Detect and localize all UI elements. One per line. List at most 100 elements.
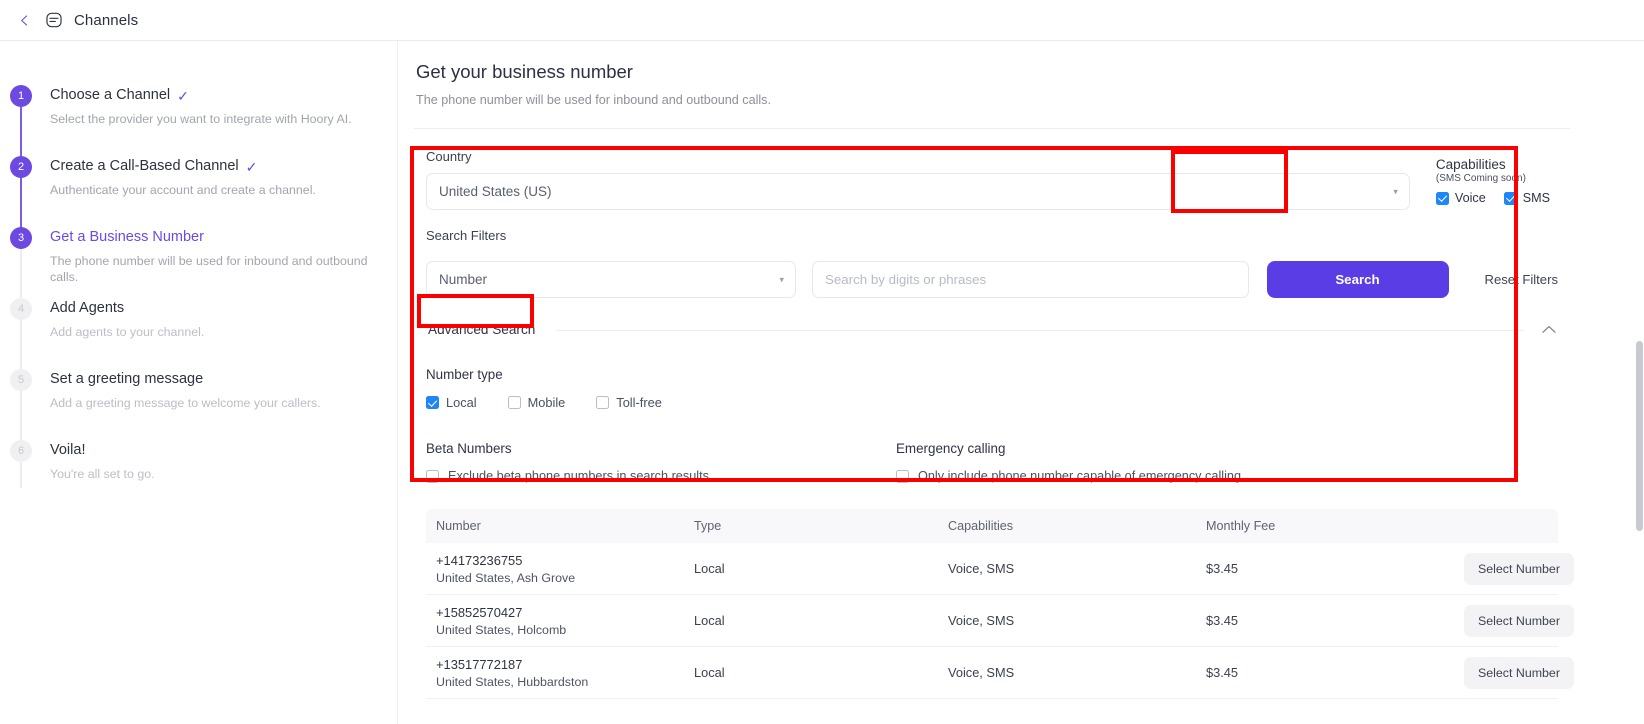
number-type-checkbox-toll-free[interactable] bbox=[596, 396, 610, 409]
emergency-calling-label: Emergency calling bbox=[896, 441, 1006, 456]
capability-checkbox-voice[interactable] bbox=[1435, 191, 1449, 205]
cell-action: Select Number bbox=[1464, 656, 1574, 689]
column-header-number: Number bbox=[436, 519, 481, 533]
filter-card: Country United States (US) ▾ Capabilitie… bbox=[414, 129, 1570, 483]
emergency-capable-option[interactable]: Only include phone number capable of eme… bbox=[896, 469, 1558, 483]
stepper-item-6[interactable]: 6 Voila! You're all set to go. bbox=[0, 440, 397, 511]
filter-type-select[interactable]: Number ▾ bbox=[426, 261, 796, 298]
table-row[interactable]: +15852570427 United States, Holcomb Local V… bbox=[426, 595, 1574, 647]
reset-filters-button[interactable]: Reset Filters bbox=[1485, 272, 1559, 287]
capability-checkbox-sms[interactable] bbox=[1503, 191, 1517, 205]
number-type-checkbox-mobile[interactable] bbox=[507, 396, 521, 409]
capability-option-sms[interactable]: SMS bbox=[1503, 191, 1550, 205]
stepper-sidebar: 1 Choose a Channel ✓ Select the provider yo… bbox=[0, 41, 398, 724]
table-row[interactable]: +13517772187 United States, Hubbardston Lo… bbox=[426, 647, 1574, 699]
stepper-number-badge: 1 bbox=[10, 85, 32, 107]
stepper-list: 1 Choose a Channel ✓ Select the provider yo… bbox=[0, 85, 397, 511]
phone-location: United States, Holcomb bbox=[436, 622, 567, 637]
search-input[interactable] bbox=[812, 261, 1249, 298]
top-bar: Channels bbox=[0, 0, 1644, 41]
phone-number: +14173236755 bbox=[436, 552, 523, 568]
main-content: Get your business number The phone numbe… bbox=[398, 41, 1644, 724]
number-type-option-toll-free[interactable]: Toll-free bbox=[596, 395, 662, 410]
capabilities-checkbox-row: Voice SMS bbox=[1435, 191, 1550, 205]
capability-option-voice[interactable]: Voice bbox=[1435, 191, 1486, 205]
cell-monthly-fee: $3.45 bbox=[1206, 613, 1239, 628]
number-type-label: Toll-free bbox=[616, 395, 662, 410]
cell-type: Local bbox=[694, 665, 725, 680]
stepper-text: Choose a Channel ✓ Select the provider you… bbox=[50, 85, 352, 156]
chevron-up-icon[interactable] bbox=[1542, 322, 1558, 337]
advanced-header-rule bbox=[556, 329, 1524, 331]
stepper-title-label: Get a Business Number bbox=[50, 229, 204, 245]
stepper-badge-wrap: 2 bbox=[10, 156, 32, 275]
select-number-button[interactable]: Select Number bbox=[1464, 604, 1574, 637]
country-capabilities-row: Country United States (US) ▾ Capabilitie… bbox=[426, 149, 1558, 210]
emergency-calling-group: Emergency calling Only include phone num… bbox=[896, 441, 1558, 483]
stepper-number-badge: 5 bbox=[10, 369, 32, 391]
capability-label: SMS bbox=[1522, 191, 1550, 205]
stepper-title-label: Voila! bbox=[50, 442, 86, 458]
back-chevron-icon[interactable] bbox=[14, 10, 34, 30]
phone-location: United States, Ash Grove bbox=[436, 570, 576, 585]
cell-capabilities: Voice, SMS bbox=[948, 613, 1015, 628]
section-title: Get your business number bbox=[416, 61, 633, 82]
number-type-options: Local Mobile Toll-free bbox=[426, 395, 1558, 410]
stepper-item-1[interactable]: 1 Choose a Channel ✓ Select the provider yo… bbox=[0, 85, 397, 204]
stepper-description: The phone number will be used for inboun… bbox=[50, 254, 368, 284]
stepper-title-label: Set a greeting message bbox=[50, 371, 204, 387]
country-field: Country United States (US) ▾ bbox=[426, 149, 1410, 210]
capabilities-title: Capabilities bbox=[1435, 157, 1506, 172]
number-type-label: Local bbox=[446, 395, 477, 410]
table-body: +14173236755 United States, Ash Grove Loca… bbox=[426, 543, 1574, 699]
stepper-badge-wrap: 3 bbox=[10, 227, 32, 346]
stepper-text: Set a greeting message Add a greeting mes… bbox=[50, 369, 321, 440]
advanced-search-header[interactable]: Advanced Search bbox=[426, 318, 1558, 341]
stepper-number-badge: 2 bbox=[10, 156, 32, 178]
number-type-option-local[interactable]: Local bbox=[426, 395, 477, 410]
exclude-beta-option[interactable]: Exclude beta phone numbers in search res… bbox=[426, 469, 896, 483]
emergency-capable-checkbox[interactable] bbox=[896, 469, 909, 483]
results-table: Number Type Capabilities Monthly Fee +14… bbox=[414, 509, 1574, 699]
exclude-beta-checkbox[interactable] bbox=[426, 469, 439, 483]
cell-number: +14173236755 United States, Ash Grove bbox=[436, 553, 694, 585]
country-select-value: United States (US) bbox=[439, 184, 552, 199]
stepper-number-badge: 4 bbox=[10, 298, 32, 320]
exclude-beta-label: Exclude beta phone numbers in search res… bbox=[448, 469, 713, 483]
table-header-row: Number Type Capabilities Monthly Fee bbox=[426, 509, 1558, 543]
cell-action: Select Number bbox=[1464, 552, 1574, 585]
stepper-item-2[interactable]: 2 Create a Call-Based Channel ✓ Authenticat… bbox=[0, 156, 397, 275]
table-row[interactable]: +14173236755 United States, Ash Grove Loca… bbox=[426, 543, 1574, 595]
stepper-item-3[interactable]: 3 Get a Business Number The phone number w… bbox=[0, 227, 397, 346]
stepper-title: Create a Call-Based Channel ✓ bbox=[50, 157, 316, 176]
advanced-search-title: Advanced Search bbox=[428, 322, 536, 337]
stepper-description: Add a greeting message to welcome your c… bbox=[50, 396, 321, 410]
cell-monthly-fee: $3.45 bbox=[1206, 665, 1239, 680]
stepper-title-label: Create a Call-Based Channel bbox=[50, 158, 239, 174]
stepper-title-label: Add Agents bbox=[50, 300, 125, 316]
page-body: 1 Choose a Channel ✓ Select the provider yo… bbox=[0, 41, 1644, 724]
stepper-item-5[interactable]: 5 Set a greeting message Add a greeting me… bbox=[0, 369, 397, 488]
select-number-button[interactable]: Select Number bbox=[1464, 656, 1574, 689]
check-icon: ✓ bbox=[245, 158, 258, 175]
filter-type-field: Number ▾ bbox=[426, 261, 796, 298]
chevron-down-icon: ▾ bbox=[1393, 186, 1398, 196]
cell-type: Local bbox=[694, 561, 725, 576]
stepper-badge-wrap: 5 bbox=[10, 369, 32, 488]
search-filters-label: Search Filters bbox=[426, 228, 507, 243]
filter-type-value: Number bbox=[439, 272, 488, 287]
search-button[interactable]: Search bbox=[1266, 261, 1449, 298]
cell-type: Local bbox=[694, 613, 725, 628]
stepper-text: Voila! You're all set to go. bbox=[50, 440, 155, 511]
select-number-button[interactable]: Select Number bbox=[1464, 552, 1574, 585]
country-select[interactable]: United States (US) ▾ bbox=[426, 173, 1410, 210]
number-type-option-mobile[interactable]: Mobile bbox=[507, 395, 565, 410]
number-type-checkbox-local[interactable] bbox=[426, 396, 439, 409]
stepper-text: Create a Call-Based Channel ✓ Authenticate… bbox=[50, 156, 316, 227]
section-subtitle: The phone number will be used for inboun… bbox=[416, 93, 771, 107]
vertical-scrollbar-thumb[interactable] bbox=[1636, 341, 1643, 531]
column-header-type: Type bbox=[694, 519, 722, 533]
stepper-item-4[interactable]: 4 Add Agents Add agents to your channel. bbox=[0, 298, 397, 417]
stepper-description: Select the provider you want to integrat… bbox=[50, 112, 352, 126]
beta-numbers-label: Beta Numbers bbox=[426, 441, 512, 456]
